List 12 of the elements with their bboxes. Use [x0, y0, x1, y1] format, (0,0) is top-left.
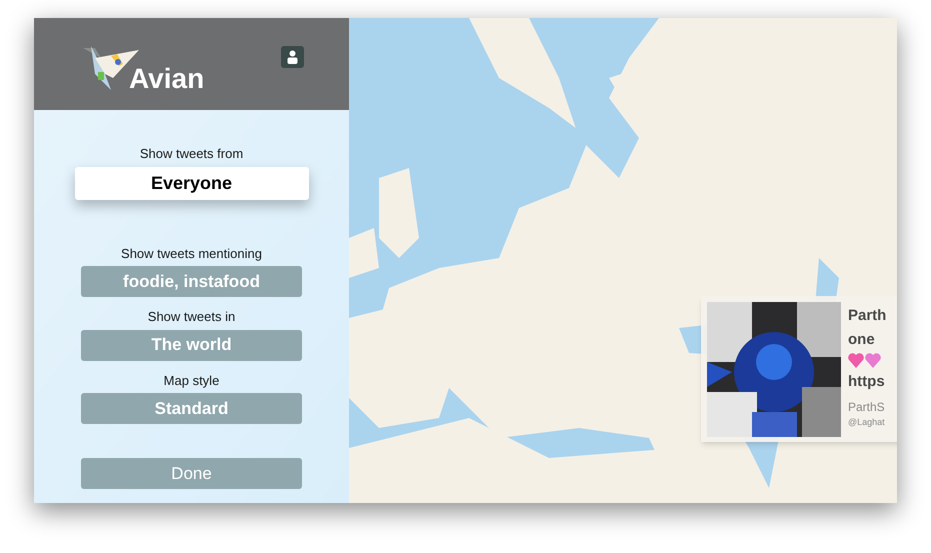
app-title: Avian: [129, 62, 204, 96]
person-icon: [287, 50, 298, 64]
field-label: Show tweets in: [148, 308, 236, 326]
option-button[interactable]: foodie, instafood: [81, 266, 302, 297]
done-button[interactable]: Done: [81, 458, 302, 489]
option-button[interactable]: Everyone: [74, 166, 308, 200]
option-button[interactable]: The world: [81, 330, 302, 360]
option-button[interactable]: Standard: [81, 393, 302, 424]
field-label: Map style: [164, 372, 220, 390]
field-label: Show tweets from: [140, 145, 244, 163]
profile-button[interactable]: [281, 46, 304, 68]
field-label: Show tweets mentioning: [121, 244, 262, 263]
